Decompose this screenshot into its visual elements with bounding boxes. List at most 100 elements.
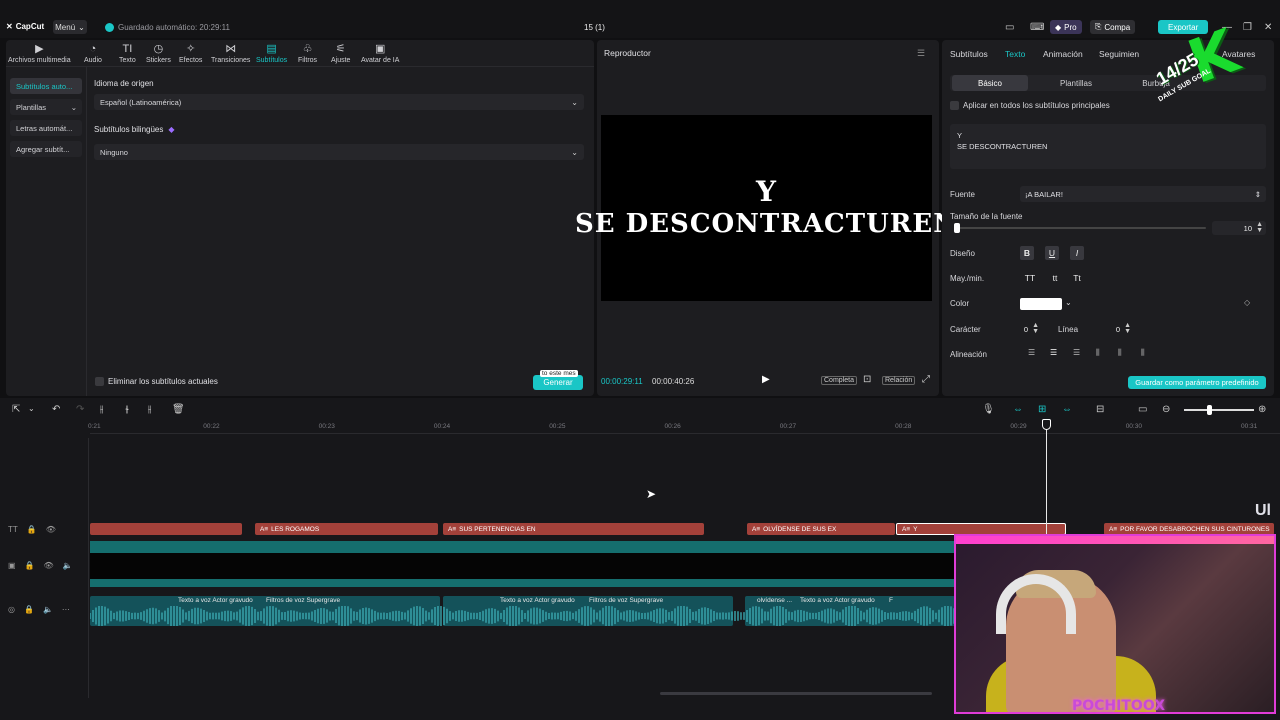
speaker-icon[interactable]: 🔈 (43, 605, 53, 614)
preview-axis-icon[interactable]: ⊟ (1096, 404, 1104, 415)
subnav-add-subtitles[interactable]: Agregar subtít... (10, 141, 82, 157)
toolbar-subtitles[interactable]: ▤ Subtítulos (256, 43, 287, 64)
video-preview[interactable]: Y SE DESCONTRACTUREN (575, 115, 957, 301)
magnet-icon[interactable]: ⊞ (1038, 404, 1046, 415)
tab-animation[interactable]: Animación (1043, 49, 1083, 59)
toolbar-sticker[interactable]: ◷ Stickers (146, 43, 171, 64)
ratio-button[interactable]: Relación (882, 376, 916, 385)
mic-icon[interactable]: 🎙 (982, 404, 995, 415)
toolbar-text[interactable]: TI Texto (119, 43, 136, 64)
toolbar-effects[interactable]: ✧ Efectos (179, 43, 202, 64)
timeline-scrollbar[interactable] (660, 692, 932, 695)
toolbar-ai-avatar[interactable]: ▣ Avatar de IA (361, 43, 399, 64)
subnav-templates[interactable]: Plantillas ⌄ (10, 99, 82, 115)
lock-icon[interactable]: 🔒 (25, 561, 35, 570)
eye-icon[interactable]: 👁 (46, 525, 56, 534)
speaker-icon[interactable]: 🔈 (63, 561, 73, 570)
apply-all-option[interactable]: Aplicar en todos los subtítulos principa… (950, 101, 1110, 110)
full-quality-button[interactable]: Completa (821, 376, 857, 385)
split-left-icon[interactable]: ⫳ (125, 404, 129, 415)
subnav-auto-subtitles[interactable]: Subtítulos auto... (10, 78, 82, 94)
share-button[interactable]: ⎘ Compa (1090, 20, 1136, 34)
subtitle-text-editor[interactable]: Y SE DESCONTRACTUREN (950, 124, 1266, 169)
underline-button[interactable]: U (1045, 246, 1059, 260)
stepper-icon[interactable]: ▲ ▼ (1124, 322, 1131, 335)
slider-knob[interactable] (954, 223, 960, 233)
lock-icon[interactable]: 🔒 (27, 525, 37, 534)
align-right-icon[interactable]: ☰ (1073, 348, 1080, 357)
text-clip[interactable]: A≡ SUS PERTENENCIAS EN (443, 523, 704, 535)
caption-icon[interactable]: ▭ (1138, 404, 1147, 415)
titlecase-button[interactable]: Tt (1070, 271, 1084, 285)
undo-icon[interactable]: ↶ (52, 404, 60, 415)
align-left-icon[interactable]: ☰ (1028, 348, 1035, 357)
playhead[interactable] (1046, 422, 1047, 534)
source-language-select[interactable]: Español (Latinoamérica) ⌄ (94, 94, 584, 110)
font-size-input[interactable]: 10 ▲ ▼ (1212, 221, 1266, 235)
video-clip-top[interactable] (90, 541, 954, 553)
text-clip[interactable]: A≡ OLVÍDENSE DE SUS EX (747, 523, 895, 535)
checkbox[interactable] (950, 101, 959, 110)
fullscreen-icon[interactable]: ⤢ (922, 374, 930, 385)
remove-current-subtitles[interactable]: Eliminar los subtítulos actuales (95, 377, 218, 386)
menu-icon[interactable]: ☰ (917, 48, 925, 59)
shortcuts-icon[interactable]: ⌨ (1030, 20, 1044, 35)
tab-tracking[interactable]: Seguimien (1099, 49, 1139, 59)
tab-subtitles[interactable]: Subtítulos (950, 49, 988, 59)
chevron-down-icon[interactable]: ⌄ (28, 404, 35, 413)
video-clip-bottom[interactable] (90, 579, 954, 587)
delete-icon[interactable]: 🗑 (172, 404, 185, 415)
zoom-slider[interactable] (1184, 409, 1254, 411)
playhead-handle[interactable] (1042, 419, 1051, 430)
zoom-out-icon[interactable]: ⊖ (1162, 404, 1170, 415)
time-ruler[interactable]: 0:21 00:22 00:23 00:24 00:25 00:26 00:27 00:28 0… (88, 420, 1280, 434)
toolbar-transitions[interactable]: ⋈ Transiciones (211, 43, 250, 64)
toolbar-media[interactable]: ▶ Archivos multimedia (8, 43, 71, 64)
pro-button[interactable]: ◆ Pro (1050, 20, 1082, 34)
seg-templates[interactable]: Plantillas (1038, 75, 1114, 91)
vertical-align-top-icon[interactable]: ⫼ (1096, 348, 1100, 358)
tab-text[interactable]: Texto (1005, 49, 1025, 59)
font-select[interactable]: ¡A BAILAR! ⇕ (1020, 186, 1266, 202)
toolbar-adjust[interactable]: ⚟ Ajuste (331, 43, 350, 64)
generate-button[interactable]: Generar (533, 375, 583, 390)
bold-button[interactable]: B (1020, 246, 1034, 260)
keyframe-icon[interactable]: ◇ (1244, 298, 1250, 307)
save-preset-button[interactable]: Guardar como parámetro predefinido (1128, 376, 1266, 389)
screenshot-icon[interactable]: ⊡ (863, 374, 871, 385)
text-clip[interactable]: A≡ LES ROGAMOS (255, 523, 438, 535)
zoom-in-icon[interactable]: ⊕ (1258, 404, 1266, 415)
vertical-align-middle-icon[interactable]: ⫼ (1118, 348, 1122, 358)
video-clip[interactable] (90, 553, 954, 579)
layout-icon[interactable]: ▭ (1005, 20, 1014, 35)
redo-icon[interactable]: ↷ (76, 404, 84, 415)
italic-button[interactable]: I (1070, 246, 1084, 260)
select-tool-icon[interactable]: ⇱ (12, 404, 20, 415)
menu-button[interactable]: Menú ⌄ (53, 20, 87, 34)
link-icon[interactable]: ⇔ (1013, 404, 1023, 415)
stepper-icon[interactable]: ▲ ▼ (1032, 322, 1039, 335)
stepper-icon[interactable]: ▲ ▼ (1256, 221, 1263, 234)
toolbar-audio[interactable]: ◔ Audio (84, 43, 102, 64)
zoom-knob[interactable] (1207, 405, 1212, 415)
play-icon[interactable]: ▶ (762, 374, 770, 385)
seg-basic[interactable]: Básico (952, 75, 1028, 91)
split-right-icon[interactable]: ⫲ (148, 404, 151, 415)
color-swatch[interactable] (1020, 298, 1062, 310)
line-spacing-input[interactable]: 0 ▲ ▼ (1082, 322, 1134, 336)
eye-icon[interactable]: 👁 (44, 561, 54, 570)
snap-icon[interactable]: ⇔ (1062, 404, 1072, 415)
font-size-slider[interactable] (954, 223, 1206, 233)
more-icon[interactable]: ⋯ (62, 605, 70, 614)
lock-icon[interactable]: 🔒 (24, 605, 34, 614)
chevron-down-icon[interactable]: ⌄ (1065, 298, 1072, 307)
lowercase-button[interactable]: tt (1048, 271, 1062, 285)
vertical-align-bottom-icon[interactable]: ⫼ (1141, 348, 1145, 358)
toolbar-filters[interactable]: ♧ Filtros (298, 43, 317, 64)
bilingual-select[interactable]: Ninguno ⌄ (94, 144, 584, 160)
uppercase-button[interactable]: TT (1023, 271, 1037, 285)
checkbox[interactable] (95, 377, 104, 386)
char-spacing-input[interactable]: 0 ▲ ▼ (990, 322, 1042, 336)
align-center-icon[interactable]: ☰ (1050, 348, 1057, 357)
subnav-auto-lyrics[interactable]: Letras automát... (10, 120, 82, 136)
